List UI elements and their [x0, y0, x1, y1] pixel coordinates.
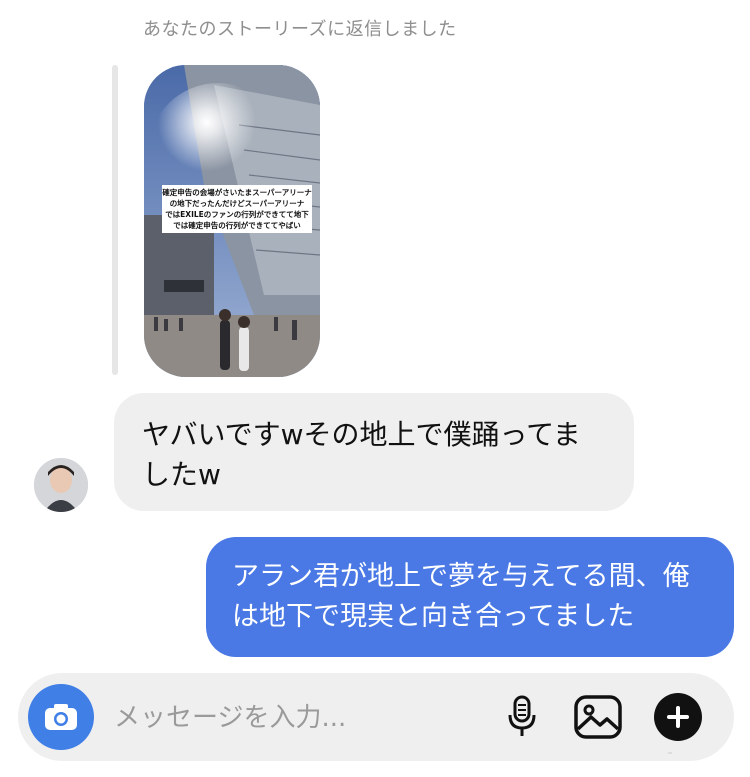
incoming-message: ヤバいですwその地上で僕踊ってましたw: [114, 393, 634, 511]
microphone-button[interactable]: [496, 691, 548, 743]
home-indicator: [668, 752, 672, 754]
camera-icon: [45, 704, 77, 730]
message-input[interactable]: [112, 695, 496, 741]
gallery-button[interactable]: [572, 691, 624, 743]
avatar-photo: [34, 458, 88, 512]
camera-button[interactable]: [28, 684, 94, 750]
plus-icon: [667, 706, 689, 728]
story-thumbnail[interactable]: 確定申告の会場がさいたまスーパーアリーナ の地下だったんだけどスーパーアリーナ …: [144, 65, 320, 377]
message-composer: [18, 673, 734, 761]
outgoing-message: アラン君が地上で夢を与えてる間、俺は地下で現実と向き合ってました: [206, 537, 734, 657]
story-reply-note: あなたのストーリーズに返信しました: [143, 19, 457, 40]
add-button[interactable]: [652, 691, 704, 743]
microphone-icon: [508, 695, 536, 736]
image-icon: [574, 695, 622, 739]
story-caption: 確定申告の会場がさいたまスーパーアリーナ の地下だったんだけどスーパーアリーナ …: [162, 185, 312, 233]
quote-bar: [112, 65, 118, 375]
avatar[interactable]: [34, 458, 88, 512]
